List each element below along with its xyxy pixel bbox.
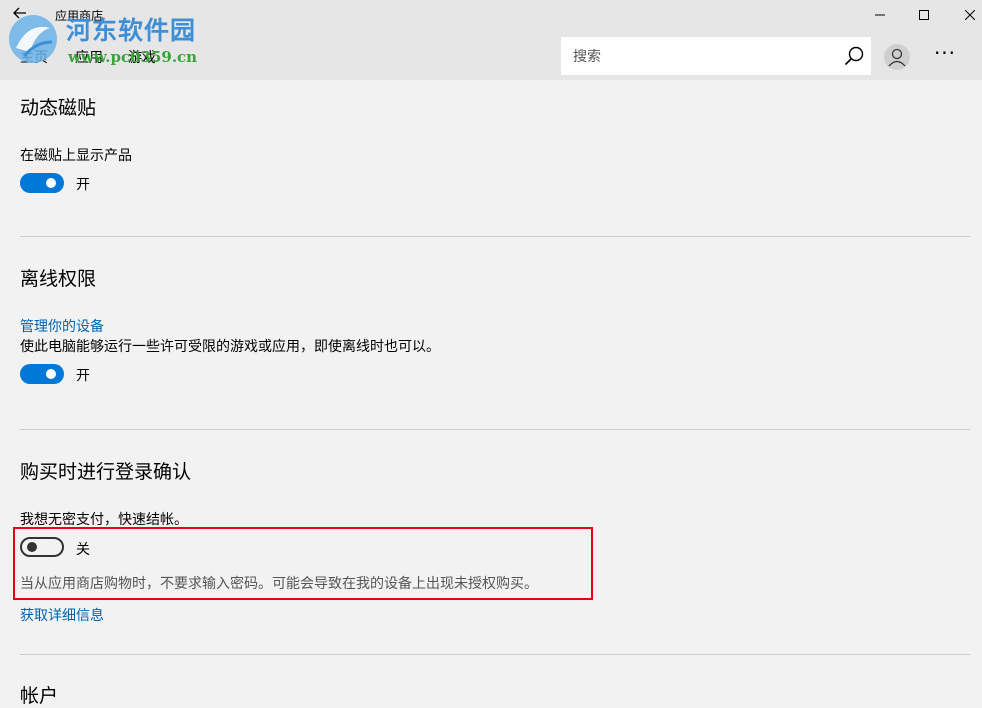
minimize-button[interactable]	[857, 0, 903, 30]
minimize-icon	[875, 10, 885, 20]
person-icon	[884, 44, 910, 70]
search-box	[561, 37, 871, 75]
purchase-label: 我想无密支付，快速结帐。	[20, 509, 188, 529]
divider	[20, 429, 970, 430]
live-tile-label: 在磁贴上显示产品	[20, 145, 132, 165]
manage-devices-link[interactable]: 管理你的设备	[20, 316, 104, 336]
offline-description: 使此电脑能够运行一些许可受限的游戏或应用，即使离线时也可以。	[20, 336, 440, 356]
maximize-button[interactable]	[901, 0, 947, 30]
learn-more-link[interactable]: 获取详细信息	[20, 605, 104, 625]
close-button[interactable]	[947, 0, 982, 30]
live-tile-heading: 动态磁贴	[20, 93, 96, 120]
live-tile-toggle-state: 开	[76, 174, 90, 194]
highlight-box	[13, 527, 593, 600]
title-bar: 应用商店 主页 应用 游戏 河东软件园 www.pc0359.cn ···	[0, 0, 982, 80]
toggle-knob	[46, 369, 56, 379]
offline-toggle[interactable]	[20, 364, 64, 384]
search-input[interactable]	[571, 46, 835, 68]
account-avatar[interactable]	[884, 44, 910, 70]
more-button[interactable]: ···	[930, 44, 960, 68]
divider	[20, 236, 970, 237]
purchase-heading: 购买时进行登录确认	[20, 457, 191, 484]
watermark-url: www.pc0359.cn	[68, 48, 197, 66]
offline-toggle-state: 开	[76, 365, 90, 385]
live-tile-toggle[interactable]	[20, 173, 64, 193]
watermark-logo	[6, 12, 60, 66]
toggle-knob	[46, 178, 56, 188]
maximize-icon	[919, 10, 929, 20]
watermark-title: 河东软件园	[66, 11, 196, 47]
account-heading: 帐户	[20, 681, 58, 708]
search-icon[interactable]	[843, 45, 865, 67]
divider	[20, 654, 970, 655]
offline-heading: 离线权限	[20, 264, 96, 291]
close-icon	[965, 10, 975, 20]
